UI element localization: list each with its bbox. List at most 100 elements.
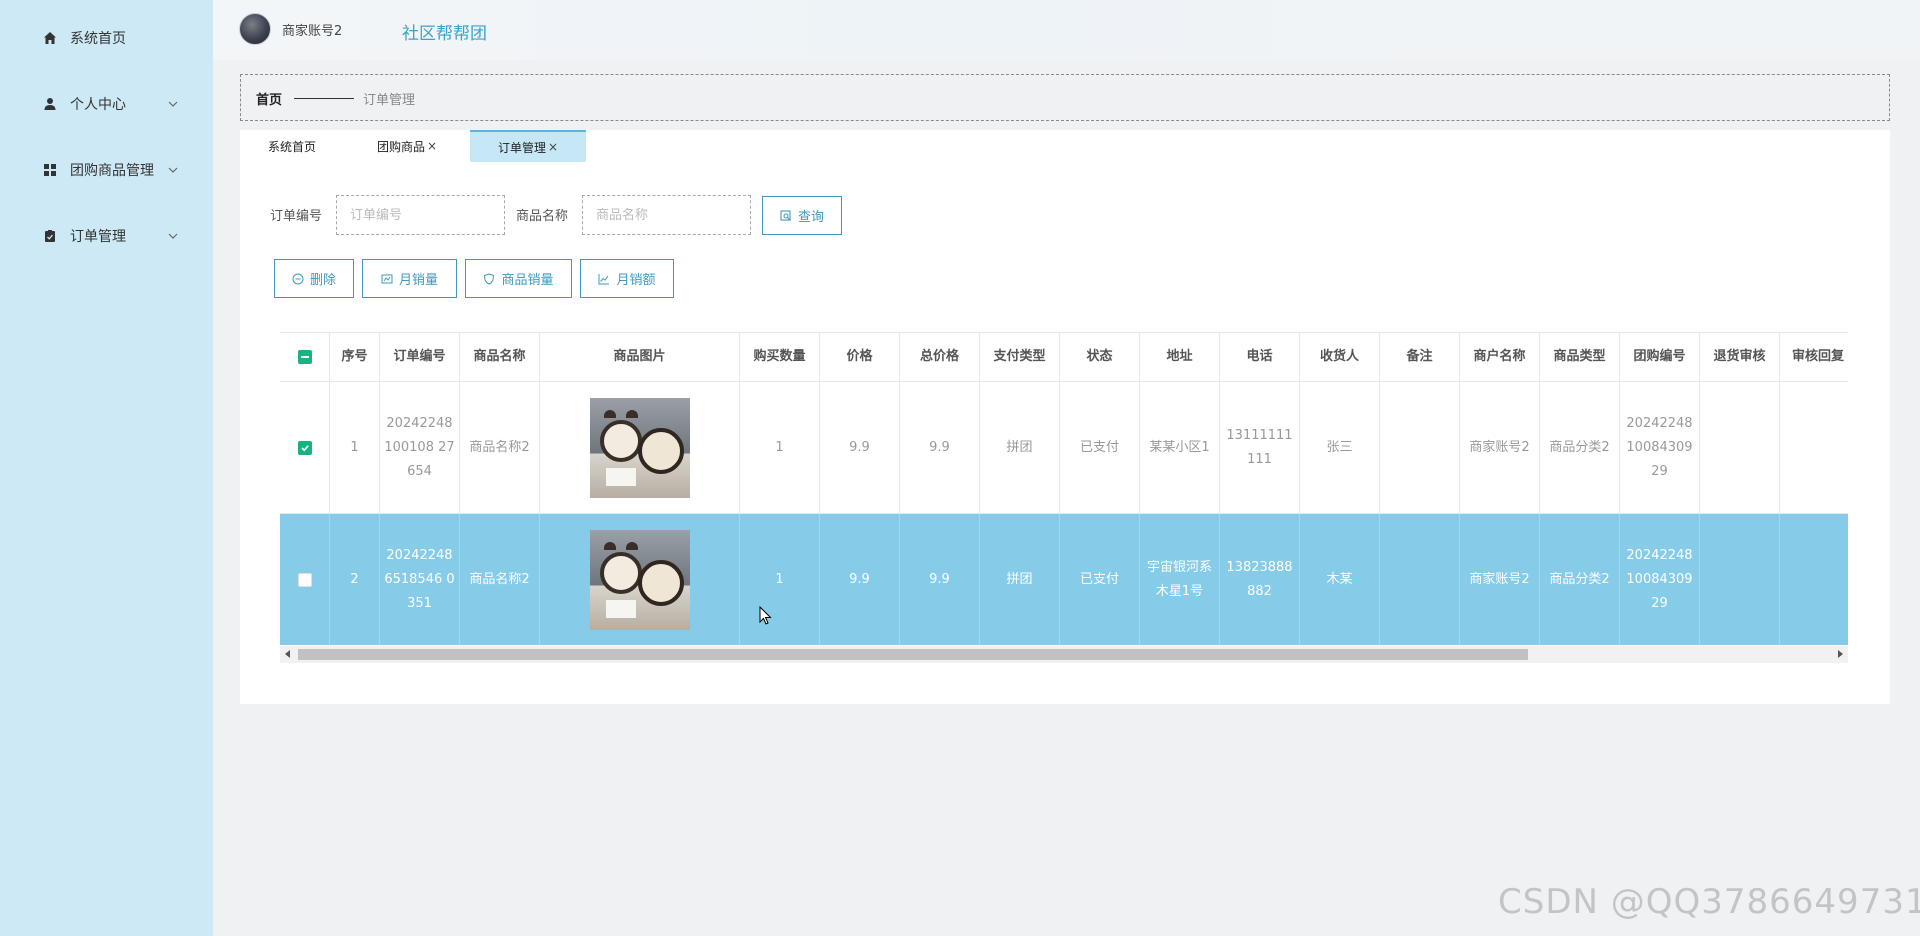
cell-quantity: 1 [740,514,820,645]
cell-order-no: 20242248100108 27654 [380,382,460,513]
table-header: 序号 订单编号 商品名称 商品图片 购买数量 价格 总价格 支付类型 状态 地址… [280,332,1848,382]
cell-product-image [540,514,740,645]
product-volume-label: 商品销量 [501,273,554,288]
sidebar-item-home[interactable]: 系统首页 [0,18,213,58]
sidebar-item-group-products[interactable]: 团购商品管理 [0,150,213,190]
monthly-volume-label: 月销量 [398,273,438,288]
delete-button-label: 删除 [309,273,336,288]
sidebar: 系统首页 个人中心 团购商品管理 订单管理 [0,0,213,936]
cell-merchant: 商家账号2 [1460,382,1540,513]
scroll-left-arrow-icon[interactable] [285,650,290,658]
cell-category: 商品分类2 [1540,382,1620,513]
cell-remark [1380,514,1460,645]
cell-review-reply [1780,382,1848,513]
monthly-revenue-button[interactable]: 月销额 [580,259,674,298]
cell-group-no: 202422481008430929 [1620,382,1700,513]
breadcrumb: 首页 订单管理 [240,74,1890,121]
product-volume-button[interactable]: 商品销量 [465,259,572,298]
app-title: 社区帮帮团 [402,24,487,44]
avatar[interactable] [239,13,271,45]
col-header: 商品图片 [540,333,740,381]
cell-product-image [540,382,740,513]
cell-receiver: 张三 [1300,382,1380,513]
cell-return-review [1700,382,1780,513]
breadcrumb-current: 订单管理 [363,93,416,108]
col-header: 电话 [1220,333,1300,381]
search-icon [780,209,791,221]
sidebar-item-label: 个人中心 [70,97,126,113]
cell-group-no: 202422481008430929 [1620,514,1700,645]
sidebar-item-label: 团购商品管理 [70,163,154,179]
select-all-checkbox[interactable] [297,350,312,364]
row-checkbox[interactable] [297,572,312,587]
sidebar-item-orders[interactable]: 订单管理 [0,216,213,256]
table-row[interactable]: 1 20242248100108 27654 商品名称2 1 9.9 9.9 拼… [280,382,1848,514]
close-icon[interactable]: × [427,139,437,153]
chevron-down-icon [166,163,180,177]
scrollbar-thumb[interactable] [298,649,1528,660]
breadcrumb-home[interactable]: 首页 [256,89,282,108]
product-name-label: 商品名称 [516,209,569,224]
row-checkbox-cell[interactable] [280,382,330,513]
cell-review-reply [1780,514,1848,645]
table-row[interactable]: 2 202422486518546 0351 商品名称2 1 9.9 9.9 拼… [280,514,1848,645]
monthly-revenue-label: 月销额 [616,273,656,288]
chart-icon [381,274,393,283]
product-image[interactable] [589,529,690,630]
line-chart-icon [598,273,610,284]
chevron-down-icon [166,97,180,111]
cell-product-name: 商品名称2 [460,382,540,513]
col-header: 退货审核 [1700,333,1780,381]
select-all-cell[interactable] [280,333,330,381]
tab-label: 团购商品 [377,139,426,154]
cell-price: 9.9 [820,382,900,513]
monthly-volume-button[interactable]: 月销量 [362,259,457,298]
order-no-label: 订单编号 [270,209,323,224]
orders-table: 序号 订单编号 商品名称 商品图片 购买数量 价格 总价格 支付类型 状态 地址… [280,332,1848,645]
tab-label: 系统首页 [268,139,317,154]
shield-icon [484,272,495,285]
minus-circle-icon [292,273,304,284]
row-checkbox[interactable] [297,440,312,455]
col-header: 支付类型 [980,333,1060,381]
user-icon [42,96,58,112]
tab-label: 订单管理 [498,140,547,155]
cell-total: 9.9 [900,514,980,645]
col-header: 商品名称 [460,333,540,381]
cell-phone: 13111111111 [1220,382,1300,513]
cell-index: 2 [330,514,380,645]
cell-quantity: 1 [740,382,820,513]
tab-orders[interactable]: 订单管理 × [470,130,586,162]
delete-button[interactable]: 删除 [274,259,354,298]
cell-status: 已支付 [1060,514,1140,645]
query-button[interactable]: 查询 [762,196,842,235]
cell-order-no: 202422486518546 0351 [380,514,460,645]
tab-home[interactable]: 系统首页 [268,130,316,162]
close-icon[interactable]: × [548,140,558,154]
clipboard-icon [42,228,58,244]
cell-status: 已支付 [1060,382,1140,513]
chevron-down-icon [166,229,180,243]
home-icon [42,30,58,46]
col-header: 团购编号 [1620,333,1700,381]
product-image[interactable] [589,397,690,498]
cell-address: 宇宙银河系木星1号 [1140,514,1220,645]
col-header: 总价格 [900,333,980,381]
tab-group-products[interactable]: 团购商品 × [377,130,437,162]
breadcrumb-separator [294,98,354,99]
col-header: 商户名称 [1460,333,1540,381]
product-name-input[interactable] [582,195,751,235]
row-checkbox-cell[interactable] [280,514,330,645]
cell-category: 商品分类2 [1540,514,1620,645]
cell-receiver: 木某 [1300,514,1380,645]
cell-pay-type: 拼团 [980,514,1060,645]
col-header: 序号 [330,333,380,381]
scroll-right-arrow-icon[interactable] [1838,650,1843,658]
cell-product-name: 商品名称2 [460,514,540,645]
order-no-input[interactable] [336,195,505,235]
sidebar-item-label: 订单管理 [70,229,126,245]
cell-pay-type: 拼团 [980,382,1060,513]
horizontal-scrollbar[interactable] [280,646,1848,663]
col-header: 收货人 [1300,333,1380,381]
sidebar-item-profile[interactable]: 个人中心 [0,84,213,124]
